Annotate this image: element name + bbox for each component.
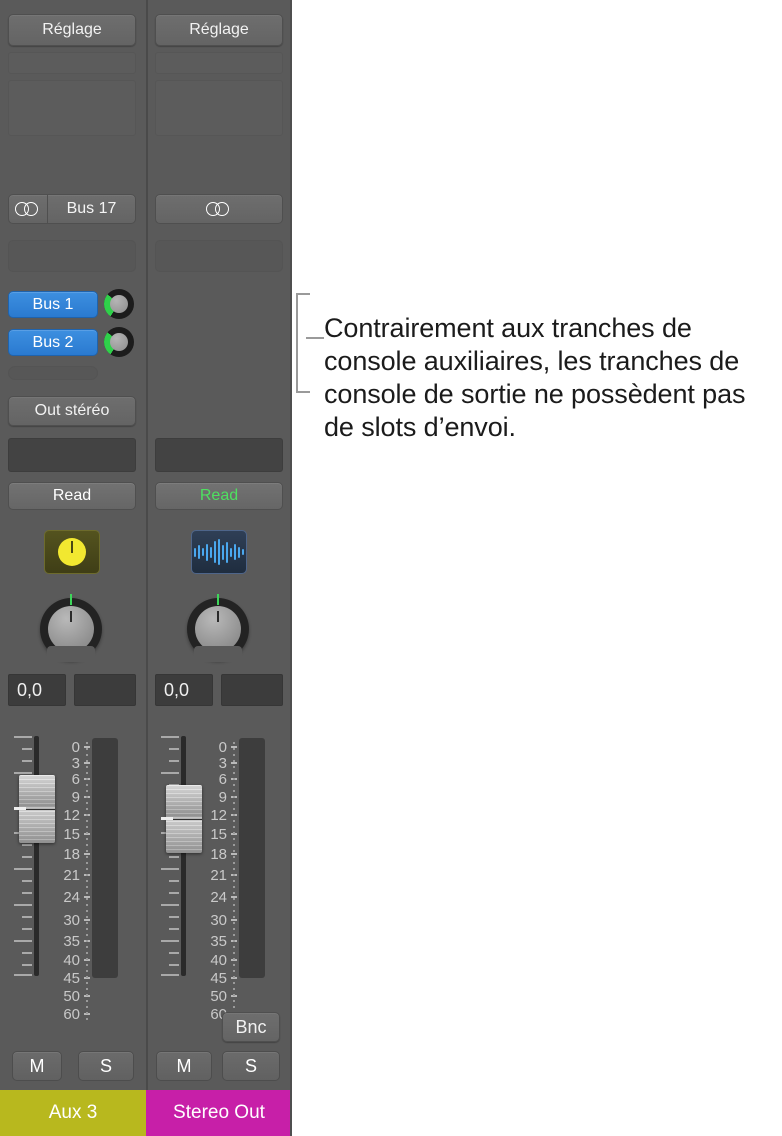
level-value-field-stereoout[interactable]: [221, 674, 283, 706]
callout-text: Contrairement aux tranches de console au…: [324, 313, 746, 442]
insert-slot-empty-2-aux3[interactable]: [8, 80, 136, 136]
strip-divider: [146, 0, 148, 1090]
mute-button-stereoout[interactable]: M: [156, 1051, 212, 1081]
fader-scale-ticks-aux3: [14, 736, 32, 976]
group-slot-stereoout[interactable]: [155, 438, 283, 472]
mixer-right-edge: [290, 0, 292, 1136]
insert-slot-empty-1-stereoout[interactable]: [155, 52, 283, 74]
send-slot-2-aux3[interactable]: Bus 2: [8, 329, 98, 356]
automation-mode-button-stereoout[interactable]: Read: [155, 482, 283, 510]
setting-button-stereoout[interactable]: Réglage: [155, 14, 283, 46]
eq-knob-icon-aux3[interactable]: [44, 530, 100, 574]
automation-mode-button-aux3[interactable]: Read: [8, 482, 136, 510]
stereo-circles-icon: [156, 195, 282, 223]
solo-button-aux3[interactable]: S: [78, 1051, 134, 1081]
callout-bracket: [296, 293, 310, 393]
channel-name-stereoout[interactable]: Stereo Out: [146, 1090, 292, 1136]
channel-strip-stereo-out: Réglage Read 0,0 0 3 6 9 12 15 18 21 24 …: [146, 0, 292, 1136]
volume-fader-track-stereoout[interactable]: [181, 736, 186, 976]
send-slot-3-empty-aux3[interactable]: [8, 366, 98, 380]
solo-button-stereoout[interactable]: S: [222, 1051, 280, 1081]
pan-value-field-stereoout[interactable]: 0,0: [155, 674, 213, 706]
send-slot-1-aux3[interactable]: Bus 1: [8, 291, 98, 318]
mixer-panel: Réglage Bus 17 Bus 1 Bus 2 Out stéréo Re…: [0, 0, 292, 1136]
input-button-stereoout[interactable]: [155, 194, 283, 224]
insert-slot-empty-1-aux3[interactable]: [8, 52, 136, 74]
channel-name-aux3[interactable]: Aux 3: [0, 1090, 146, 1136]
level-value-field-aux3[interactable]: [74, 674, 136, 706]
waveform-icon-stereoout[interactable]: [191, 530, 247, 574]
group-slot-aux3[interactable]: [8, 438, 136, 472]
stereo-circles-icon: [9, 195, 48, 223]
send-level-knob-1-aux3[interactable]: [104, 289, 134, 319]
callout-stem: [306, 337, 324, 339]
bounce-button-stereoout[interactable]: Bnc: [222, 1012, 280, 1042]
mute-button-aux3[interactable]: M: [12, 1051, 62, 1081]
fader-position-indicator-stereoout: [161, 817, 173, 820]
waveform-bars: [192, 539, 246, 565]
fader-scale-ticks-stereoout: [161, 736, 179, 976]
input-button-aux3[interactable]: Bus 17: [8, 194, 136, 224]
send-level-knob-2-aux3[interactable]: [104, 327, 134, 357]
io-slot-empty-stereoout[interactable]: [155, 240, 283, 272]
setting-button-aux3[interactable]: Réglage: [8, 14, 136, 46]
level-meter-stereoout: [239, 738, 265, 978]
pan-knob-stereoout[interactable]: [187, 594, 249, 662]
insert-slot-empty-2-stereoout[interactable]: [155, 80, 283, 136]
meter-dot-column-stereoout: [233, 742, 235, 1024]
pan-knob-aux3[interactable]: [40, 594, 102, 662]
automation-mode-label-stereoout: Read: [199, 487, 239, 504]
mixer-screenshot: Réglage Bus 17 Bus 1 Bus 2 Out stéréo Re…: [0, 0, 782, 1136]
level-meter-aux3: [92, 738, 118, 978]
pan-value-field-aux3[interactable]: 0,0: [8, 674, 66, 706]
io-slot-empty-aux3[interactable]: [8, 240, 136, 272]
fader-position-indicator-aux3: [14, 807, 26, 810]
channel-strip-aux-3: Réglage Bus 17 Bus 1 Bus 2 Out stéréo Re…: [0, 0, 146, 1136]
meter-dot-column-aux3: [86, 742, 88, 1024]
output-button-aux3[interactable]: Out stéréo: [8, 396, 136, 426]
input-label-aux3: Bus 17: [66, 200, 117, 217]
volume-fader-track-aux3[interactable]: [34, 736, 39, 976]
